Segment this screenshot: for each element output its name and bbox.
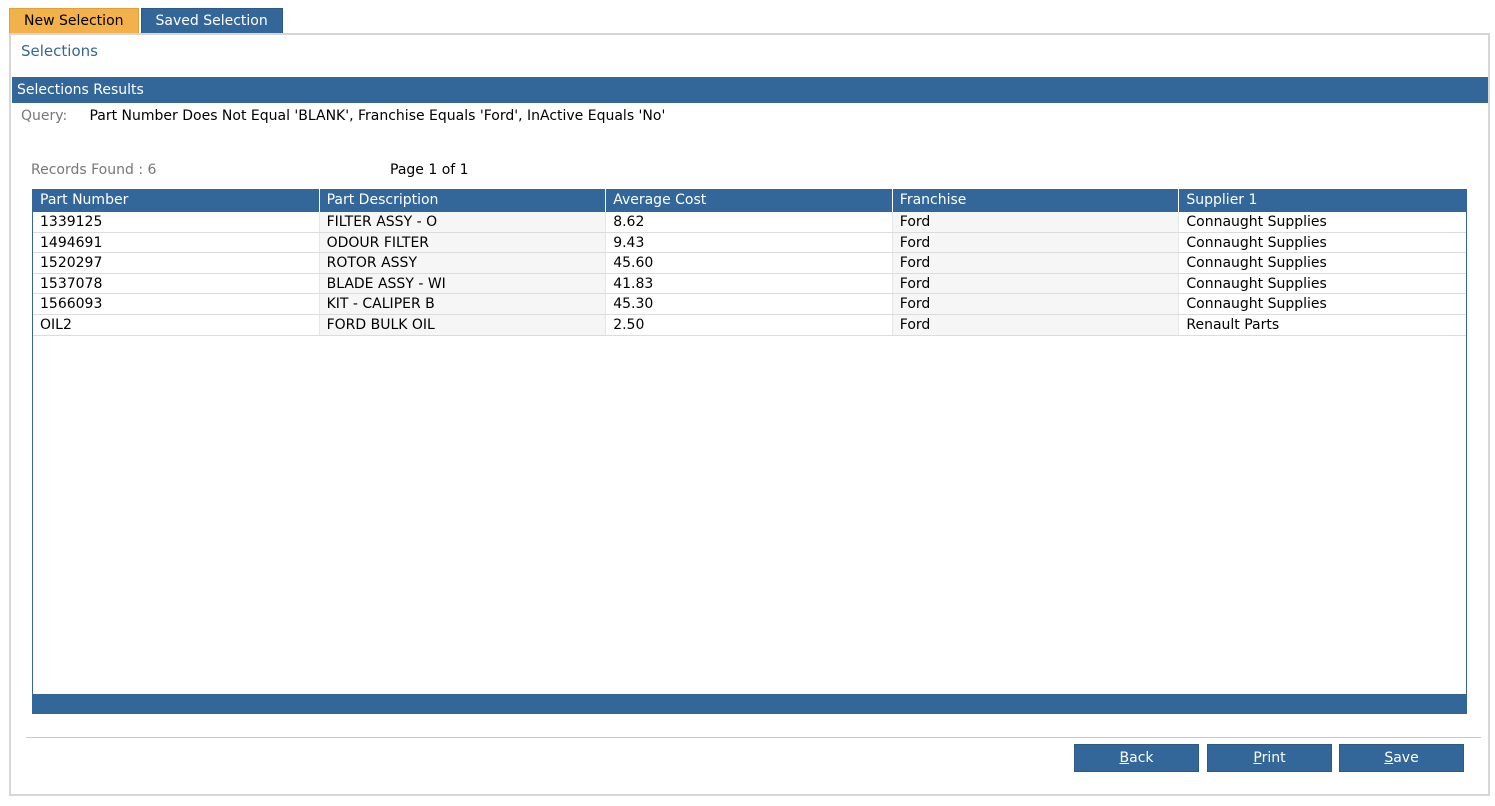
cell-part-number: OIL2 bbox=[33, 314, 320, 335]
cell-franchise: Ford bbox=[892, 273, 1180, 294]
column-header-average-cost[interactable]: Average Cost bbox=[606, 189, 893, 212]
table-header: Part Number Part Description Average Cos… bbox=[33, 189, 1466, 212]
tab-strip: New Selection Saved Selection bbox=[9, 8, 283, 33]
column-header-supplier-1[interactable]: Supplier 1 bbox=[1179, 189, 1466, 212]
cell-supplier: Connaught Supplies bbox=[1186, 234, 1327, 251]
cell-supplier: Renault Parts bbox=[1186, 316, 1280, 333]
cell-part-description: FORD BULK OIL bbox=[319, 314, 607, 335]
save-label: ave bbox=[1393, 750, 1419, 766]
cell-part-description: KIT - CALIPER B bbox=[319, 294, 607, 314]
table-row[interactable]: 1494691 ODOUR FILTER 9.43 Ford Connaught… bbox=[33, 232, 1466, 254]
cell-part-description: ROTOR ASSY bbox=[319, 253, 607, 273]
column-header-part-number[interactable]: Part Number bbox=[33, 189, 320, 212]
divider bbox=[26, 737, 1481, 738]
results-table: Part Number Part Description Average Cos… bbox=[32, 189, 1467, 713]
cell-average-cost: 9.43 bbox=[606, 232, 893, 253]
page-info: Page 1 of 1 bbox=[390, 162, 469, 178]
cell-part-number: 1537078 bbox=[33, 273, 320, 294]
query-label: Query: bbox=[21, 108, 68, 124]
print-button[interactable]: Print bbox=[1207, 744, 1332, 772]
cell-part-description: FILTER ASSY - O bbox=[319, 212, 607, 232]
cell-average-cost: 8.62 bbox=[606, 212, 893, 232]
table-row[interactable]: 1566093 KIT - CALIPER B 45.30 Ford Conna… bbox=[33, 294, 1466, 315]
query-row: Query: Part Number Does Not Equal 'BLANK… bbox=[21, 108, 665, 124]
cell-average-cost: 45.30 bbox=[606, 294, 893, 314]
print-label: rint bbox=[1261, 750, 1286, 766]
cell-part-number: 1494691 bbox=[33, 232, 320, 253]
column-header-part-description[interactable]: Part Description bbox=[320, 189, 607, 212]
cell-supplier: Connaught Supplies bbox=[1186, 296, 1327, 313]
save-button[interactable]: Save bbox=[1339, 744, 1464, 772]
cell-franchise: Ford bbox=[892, 212, 1180, 232]
table-row[interactable]: 1520297 ROTOR ASSY 45.60 Ford Connaught … bbox=[33, 253, 1466, 274]
cell-part-description: BLADE ASSY - WI bbox=[319, 273, 607, 294]
back-accel: B bbox=[1119, 750, 1130, 766]
cell-franchise: Ford bbox=[892, 294, 1180, 314]
table-row[interactable]: OIL2 FORD BULK OIL 2.50 Ford Renault Par… bbox=[33, 314, 1466, 336]
query-text: Part Number Does Not Equal 'BLANK', Fran… bbox=[89, 108, 666, 124]
cell-supplier: Connaught Supplies bbox=[1186, 275, 1327, 292]
cell-average-cost: 41.83 bbox=[606, 273, 893, 294]
table-row[interactable]: 1537078 BLADE ASSY - WI 41.83 Ford Conna… bbox=[33, 273, 1466, 295]
cell-average-cost: 2.50 bbox=[606, 314, 893, 335]
column-header-franchise[interactable]: Franchise bbox=[893, 189, 1180, 212]
cell-part-description: ODOUR FILTER bbox=[319, 232, 607, 253]
results-header-bar: Selections Results bbox=[12, 77, 1488, 103]
page-title: Selections bbox=[21, 42, 98, 60]
cell-part-number: 1566093 bbox=[33, 294, 320, 314]
cell-part-number: 1339125 bbox=[33, 212, 320, 232]
cell-supplier: Connaught Supplies bbox=[1186, 214, 1327, 230]
tab-new-selection[interactable]: New Selection bbox=[9, 8, 139, 33]
cell-average-cost: 45.60 bbox=[606, 253, 893, 273]
cell-franchise: Ford bbox=[892, 314, 1180, 335]
selection-panel: Selections Selections Results Query: Par… bbox=[9, 33, 1490, 796]
cell-franchise: Ford bbox=[892, 232, 1180, 253]
table-footer-bar bbox=[32, 694, 1467, 714]
cell-part-number: 1520297 bbox=[33, 253, 320, 273]
cell-supplier: Connaught Supplies bbox=[1186, 255, 1327, 272]
tab-saved-selection[interactable]: Saved Selection bbox=[140, 8, 283, 33]
back-label: ack bbox=[1129, 750, 1154, 766]
back-button[interactable]: Back bbox=[1074, 744, 1199, 772]
print-accel: P bbox=[1253, 750, 1262, 766]
records-found: Records Found : 6 bbox=[31, 162, 157, 178]
cell-franchise: Ford bbox=[892, 253, 1180, 273]
save-accel: S bbox=[1384, 750, 1394, 766]
table-row[interactable]: 1339125 FILTER ASSY - O 8.62 Ford Connau… bbox=[33, 212, 1466, 233]
